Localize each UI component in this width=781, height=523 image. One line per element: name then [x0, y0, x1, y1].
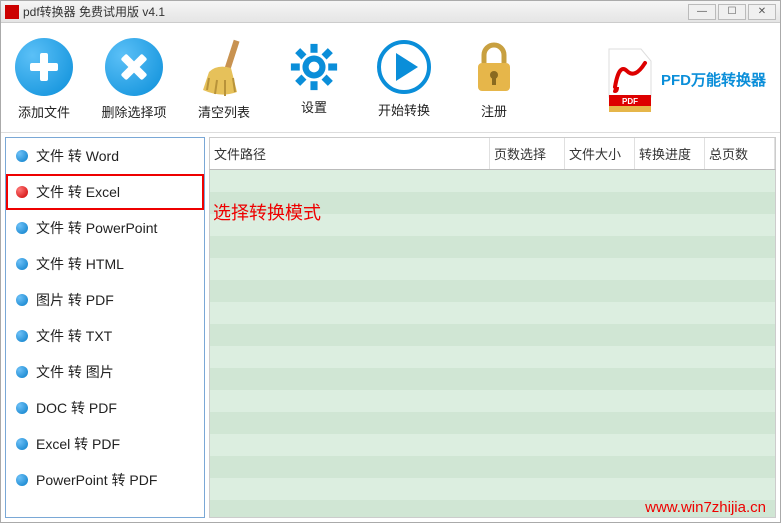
x-icon	[105, 38, 163, 96]
title-bar: pdf转换器 免费试用版 v4.1 — ☐ ✕	[1, 1, 780, 23]
content-area: 文件 转 Word 文件 转 Excel 文件 转 PowerPoint 文件 …	[1, 133, 780, 522]
main-panel: 文件路径 页数选择 文件大小 转换进度 总页数	[209, 137, 776, 518]
sidebar-item-label: 文件 转 Word	[36, 146, 119, 166]
sidebar-item-label: DOC 转 PDF	[36, 398, 117, 418]
sidebar-item-label: 文件 转 Excel	[36, 182, 120, 202]
sidebar-item-excel[interactable]: 文件 转 Excel	[6, 174, 204, 210]
sidebar-item-label: 文件 转 PowerPoint	[36, 218, 157, 238]
register-button[interactable]: 注册	[459, 39, 529, 120]
play-icon	[377, 40, 431, 94]
clear-list-button[interactable]: 清空列表	[189, 38, 259, 121]
settings-button[interactable]: 设置	[279, 43, 349, 116]
bullet-icon	[16, 438, 28, 450]
plus-icon	[15, 38, 73, 96]
settings-label: 设置	[301, 97, 327, 116]
bullet-icon	[16, 294, 28, 306]
sidebar-item-label: 文件 转 TXT	[36, 326, 112, 346]
register-label: 注册	[481, 101, 507, 120]
sidebar-item-label: Excel 转 PDF	[36, 434, 120, 454]
sidebar-item-imgtopdf[interactable]: 图片 转 PDF	[6, 282, 204, 318]
bullet-icon	[16, 366, 28, 378]
broom-icon	[197, 38, 251, 96]
sidebar-item-txt[interactable]: 文件 转 TXT	[6, 318, 204, 354]
sidebar: 文件 转 Word 文件 转 Excel 文件 转 PowerPoint 文件 …	[5, 137, 205, 518]
start-label: 开始转换	[378, 100, 430, 119]
clear-label: 清空列表	[198, 102, 250, 121]
table-header: 文件路径 页数选择 文件大小 转换进度 总页数	[209, 137, 776, 170]
toolbar: 添加文件 删除选择项 清空列表	[1, 23, 780, 133]
remove-selected-button[interactable]: 删除选择项	[99, 38, 169, 121]
sidebar-item-label: PowerPoint 转 PDF	[36, 470, 157, 490]
add-file-button[interactable]: 添加文件	[9, 38, 79, 121]
brand-text: PFD万能转换器	[661, 69, 766, 90]
svg-text:PDF: PDF	[622, 97, 638, 106]
sidebar-item-ppttopdf[interactable]: PowerPoint 转 PDF	[6, 462, 204, 498]
bullet-icon	[16, 330, 28, 342]
start-convert-button[interactable]: 开始转换	[369, 40, 439, 119]
bullet-icon	[16, 150, 28, 162]
bullet-icon	[16, 474, 28, 486]
watermark-text: www.win7zhijia.cn	[645, 499, 766, 516]
pdf-icon: PDF	[601, 47, 655, 113]
sidebar-item-label: 图片 转 PDF	[36, 290, 114, 310]
bullet-icon	[16, 402, 28, 414]
minimize-button[interactable]: —	[688, 4, 716, 20]
close-button[interactable]: ✕	[748, 4, 776, 20]
col-progress[interactable]: 转换进度	[635, 138, 705, 169]
col-pages[interactable]: 页数选择	[490, 138, 565, 169]
remove-label: 删除选择项	[101, 102, 166, 121]
bullet-icon	[16, 222, 28, 234]
sidebar-item-label: 文件 转 图片	[36, 362, 114, 382]
bullet-icon	[16, 186, 28, 198]
sidebar-item-xlstopdf[interactable]: Excel 转 PDF	[6, 426, 204, 462]
brand-area: PDF PFD万能转换器	[601, 47, 772, 113]
window-title: pdf转换器 免费试用版 v4.1	[23, 3, 165, 20]
col-size[interactable]: 文件大小	[565, 138, 635, 169]
sidebar-item-html[interactable]: 文件 转 HTML	[6, 246, 204, 282]
sidebar-item-doctopdf[interactable]: DOC 转 PDF	[6, 390, 204, 426]
sidebar-item-word[interactable]: 文件 转 Word	[6, 138, 204, 174]
lock-icon	[469, 39, 519, 95]
annotation-text: 选择转换模式	[213, 199, 321, 225]
col-total[interactable]: 总页数	[705, 138, 775, 169]
bullet-icon	[16, 258, 28, 270]
sidebar-item-img[interactable]: 文件 转 图片	[6, 354, 204, 390]
gear-icon	[290, 43, 338, 91]
app-icon	[5, 5, 19, 19]
add-file-label: 添加文件	[18, 102, 70, 121]
app-window: pdf转换器 免费试用版 v4.1 — ☐ ✕ 添加文件 删除选择项 清空列表	[0, 0, 781, 523]
col-path[interactable]: 文件路径	[210, 138, 490, 169]
sidebar-item-label: 文件 转 HTML	[36, 254, 124, 274]
sidebar-item-powerpoint[interactable]: 文件 转 PowerPoint	[6, 210, 204, 246]
maximize-button[interactable]: ☐	[718, 4, 746, 20]
